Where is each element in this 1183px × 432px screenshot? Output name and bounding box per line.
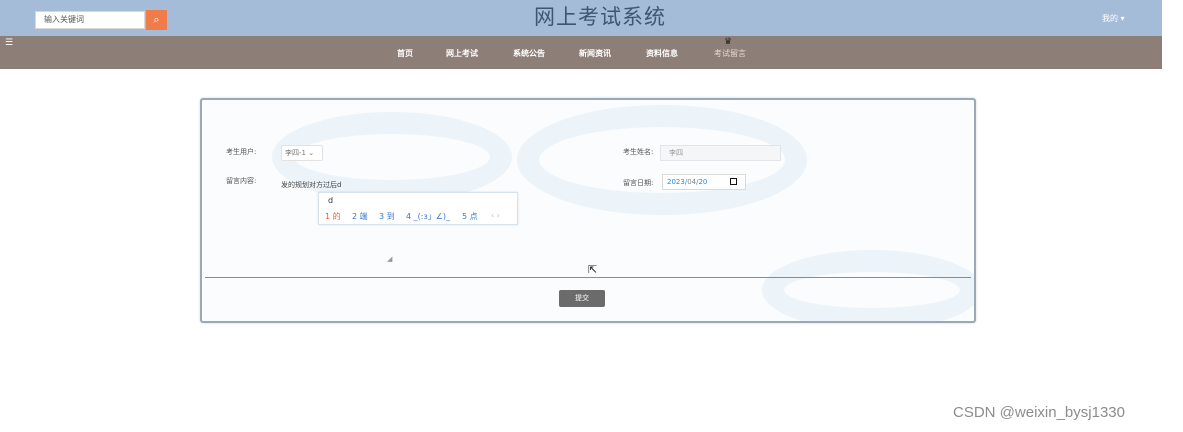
- submit-button[interactable]: 提交: [559, 290, 605, 307]
- mouse-cursor-icon: ⇱: [588, 263, 598, 276]
- message-field-label: 留言内容:: [226, 177, 257, 185]
- form-divider: [205, 277, 971, 278]
- ime-candidate[interactable]: 3 到: [379, 211, 395, 222]
- ime-page-arrows[interactable]: ‹ ›: [491, 211, 500, 220]
- nav-item-exam-messages[interactable]: 考试留言: [714, 49, 746, 58]
- browser-viewport: 输入关键词 ⌕ 网上考试系统 我的 ▾ ☰ 首页 网上考试 系统公告 新闻资讯 …: [0, 0, 1162, 412]
- user-select[interactable]: 李四-1 ⌄: [281, 145, 323, 161]
- search-icon[interactable]: ⌕: [146, 10, 167, 30]
- site-title: 网上考试系统: [534, 5, 666, 29]
- calendar-icon[interactable]: [730, 178, 737, 185]
- menu-icon[interactable]: ☰: [5, 39, 13, 48]
- date-field-label: 留言日期:: [623, 179, 654, 187]
- user-field-label: 考生用户:: [226, 148, 257, 156]
- date-day: /20: [696, 178, 708, 186]
- background-wave: [762, 250, 974, 321]
- crown-icon: ♛: [724, 37, 733, 47]
- ime-candidate[interactable]: 5 点: [462, 211, 478, 222]
- date-month: 04: [687, 178, 697, 186]
- watermark: CSDN @weixin_bysj1330: [953, 404, 1125, 421]
- ime-candidate[interactable]: 2 端: [352, 211, 368, 222]
- ime-composition: d: [328, 196, 334, 205]
- nav-item-news[interactable]: 新闻资讯: [579, 49, 611, 58]
- resize-handle-icon[interactable]: ◢: [387, 255, 392, 263]
- screenshot-page: 输入关键词 ⌕ 网上考试系统 我的 ▾ ☰ 首页 网上考试 系统公告 新闻资讯 …: [0, 0, 1183, 432]
- top-header: 输入关键词 ⌕ 网上考试系统 我的 ▾: [0, 0, 1162, 36]
- nav-item-system-notice[interactable]: 系统公告: [513, 49, 545, 58]
- search-input[interactable]: 输入关键词: [35, 11, 145, 29]
- ime-candidate[interactable]: 1 的: [325, 211, 341, 222]
- ime-candidate[interactable]: 4 _(:з」∠)_: [406, 211, 450, 222]
- date-year: 2023/: [667, 178, 688, 186]
- message-form-card: 考生用户: 李四-1 ⌄ 考生姓名: 李四 留言内容: 发的规划对方过后d ◢ …: [200, 98, 976, 323]
- name-field-label: 考生姓名:: [623, 148, 654, 156]
- user-menu-dropdown[interactable]: 我的 ▾: [1102, 13, 1125, 24]
- nav-item-resources[interactable]: 资料信息: [646, 49, 678, 58]
- main-navigation: ☰ 首页 网上考试 系统公告 新闻资讯 资料信息 ♛ 考试留言: [0, 36, 1162, 69]
- nav-item-online-exam[interactable]: 网上考试: [446, 49, 478, 58]
- nav-item-home[interactable]: 首页: [397, 49, 413, 58]
- name-field[interactable]: 李四: [660, 145, 781, 161]
- ime-candidate-popup: d 1 的 2 端 3 到 4 _(:з」∠)_ 5 点 ‹ ›: [318, 192, 518, 225]
